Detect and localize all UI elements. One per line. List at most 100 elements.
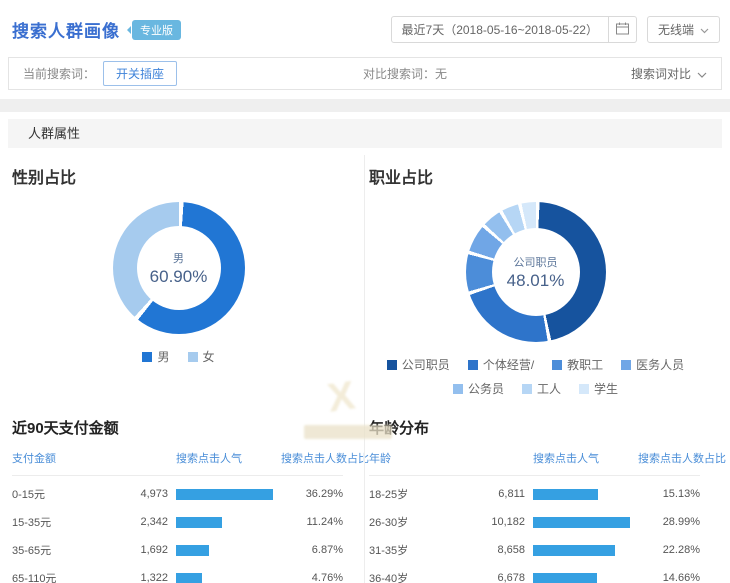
table-row: 15-35元2,34211.24% bbox=[12, 508, 343, 536]
version-badge: 专业版 bbox=[132, 20, 181, 40]
legend-label: 公务员 bbox=[468, 380, 504, 397]
compare-keyword-text: 对比搜索词：无 bbox=[363, 65, 631, 82]
row-label: 0-15元 bbox=[12, 486, 112, 502]
legend-item[interactable]: 工人 bbox=[522, 380, 561, 397]
bar-cell bbox=[533, 573, 630, 583]
row-popularity-value: 10,182 bbox=[477, 516, 525, 528]
age-table-panel: 年龄分布 年龄搜索点击人气搜索点击人数占比 18-25岁 6,811 15.13% 2… bbox=[357, 397, 714, 583]
chevron-down-icon bbox=[700, 23, 709, 37]
gender-chart-panel: 性别占比 男 60.90% 男女 bbox=[0, 148, 357, 397]
legend-item[interactable]: 个体经营/ bbox=[468, 356, 534, 373]
column-header: 搜索点击人气 bbox=[533, 450, 630, 466]
row-share-value: 14.66% bbox=[638, 572, 700, 583]
legend-label: 女 bbox=[203, 348, 215, 365]
occupation-chart-panel: 职业占比 公司职员 48.01% 公司职员个体经营/教职工医务人员公务员工人学生 bbox=[357, 148, 714, 397]
occupation-center-value: 48.01% bbox=[507, 271, 565, 291]
payment-table-body: 0-15元4,97336.29%15-35元2,34211.24%35-65元1… bbox=[12, 476, 343, 583]
legend-swatch bbox=[621, 360, 631, 370]
row-share-value: 11.24% bbox=[281, 516, 343, 528]
date-range-button[interactable]: 最近7天（2018-05-16~2018-05-22） bbox=[391, 16, 609, 43]
row-label: 36-40岁 bbox=[369, 570, 469, 583]
legend-item[interactable]: 男 bbox=[142, 348, 169, 365]
row-label: 18-25岁 bbox=[369, 486, 469, 502]
occupation-legend: 公司职员 个体经营/教职工 医务人员公务员 工人 学生 bbox=[369, 356, 702, 397]
age-table-header: 年龄搜索点击人气搜索点击人数占比 bbox=[369, 450, 700, 476]
table-row: 0-15元 4,973 36.29% bbox=[12, 476, 343, 508]
bar-cell bbox=[533, 517, 630, 528]
legend-item[interactable]: 学生 bbox=[579, 380, 618, 397]
row-popularity-value: 6,811 bbox=[477, 488, 525, 500]
popularity-bar bbox=[533, 573, 597, 583]
occupation-center-label: 公司职员 bbox=[514, 254, 558, 270]
calendar-button[interactable] bbox=[609, 16, 637, 43]
bar-cell bbox=[533, 489, 630, 500]
occupation-chart-title: 职业占比 bbox=[369, 164, 702, 188]
table-row: 26-30岁 10,182 28.99% bbox=[369, 508, 700, 536]
filter-bar: 当前搜索词： 开关插座 对比搜索词：无 搜索词对比 bbox=[8, 57, 722, 90]
bar-cell bbox=[533, 545, 630, 556]
legend-row: 公务员 工人 学生 bbox=[453, 380, 618, 397]
age-table-title: 年龄分布 bbox=[369, 417, 700, 438]
popularity-bar bbox=[176, 573, 202, 583]
legend-row: 公司职员 个体经营/教职工 医务人员 bbox=[387, 356, 684, 373]
row-share-value: 6.87% bbox=[281, 544, 343, 556]
row-share-value: 15.13% bbox=[638, 488, 700, 500]
row-label: 15-35元 bbox=[12, 514, 112, 530]
legend-label: 个体经营/ bbox=[483, 356, 534, 373]
legend-item[interactable]: 教职工 bbox=[552, 356, 603, 373]
separator-band bbox=[0, 99, 730, 112]
gender-donut: 男 60.90% bbox=[113, 202, 245, 334]
bar-cell bbox=[176, 489, 273, 500]
row-popularity-value: 8,658 bbox=[477, 544, 525, 556]
legend-label: 公司职员 bbox=[402, 356, 450, 373]
calendar-icon bbox=[616, 22, 629, 38]
row-label: 26-30岁 bbox=[369, 514, 469, 530]
table-row: 36-40岁 6,678 14.66% bbox=[369, 564, 700, 583]
payment-table-panel: 近90天支付金额 支付金额搜索点击人气搜索点击人数占比 0-15元4,97336… bbox=[0, 397, 357, 583]
row-popularity-value: 6,678 bbox=[477, 572, 525, 583]
keyword-compare-toggle[interactable]: 搜索词对比 bbox=[631, 65, 707, 82]
device-dropdown[interactable]: 无线端 bbox=[647, 16, 720, 43]
content: 人群属性 性别占比 男 60.90% 男女 职业占比 bbox=[0, 119, 730, 583]
row-popularity-value: 4,973 bbox=[120, 488, 168, 500]
column-header: 搜索点击人数占比 bbox=[281, 450, 349, 466]
legend-label: 工人 bbox=[537, 380, 561, 397]
legend-swatch bbox=[188, 352, 198, 362]
row-popularity-value: 1,692 bbox=[120, 544, 168, 556]
legend-swatch bbox=[468, 360, 478, 370]
popularity-bar bbox=[176, 545, 209, 556]
table-row: 18-25岁 6,811 15.13% bbox=[369, 476, 700, 508]
tables-row: 近90天支付金额 支付金额搜索点击人气搜索点击人数占比 0-15元4,97336… bbox=[0, 397, 730, 583]
gender-center-value: 60.90% bbox=[150, 267, 208, 287]
gender-center-label: 男 bbox=[173, 250, 184, 266]
charts-row: 性别占比 男 60.90% 男女 职业占比 公司职员 48.01% bbox=[0, 148, 730, 397]
top-controls: 最近7天（2018-05-16~2018-05-22） 无线端 bbox=[391, 16, 720, 43]
top-bar: 搜索人群画像 专业版 最近7天（2018-05-16~2018-05-22） 无… bbox=[0, 0, 730, 53]
legend-label: 学生 bbox=[594, 380, 618, 397]
table-row: 65-110元1,3224.76% bbox=[12, 564, 343, 583]
legend-row: 男女 bbox=[142, 348, 214, 365]
legend-item[interactable]: 医务人员 bbox=[621, 356, 684, 373]
date-range-group: 最近7天（2018-05-16~2018-05-22） bbox=[391, 16, 637, 43]
legend-label: 教职工 bbox=[567, 356, 603, 373]
column-header: 搜索点击人气 bbox=[176, 450, 273, 466]
keyword-compare-label: 搜索词对比 bbox=[631, 65, 691, 82]
row-share-value: 28.99% bbox=[638, 516, 700, 528]
payment-table-header: 支付金额搜索点击人气搜索点击人数占比 bbox=[12, 450, 343, 476]
row-share-value: 36.29% bbox=[281, 488, 343, 500]
bar-cell bbox=[176, 545, 273, 556]
current-keyword-button[interactable]: 开关插座 bbox=[103, 61, 177, 86]
section-header: 人群属性 bbox=[8, 119, 722, 148]
popularity-bar bbox=[533, 489, 598, 500]
column-header: 支付金额 bbox=[12, 450, 112, 466]
bar-cell bbox=[176, 517, 273, 528]
table-row: 31-35岁8,65822.28% bbox=[369, 536, 700, 564]
legend-item[interactable]: 公司职员 bbox=[387, 356, 450, 373]
legend-swatch bbox=[142, 352, 152, 362]
vertical-divider bbox=[364, 155, 365, 583]
legend-item[interactable]: 女 bbox=[188, 348, 215, 365]
legend-swatch bbox=[522, 384, 532, 394]
legend-item[interactable]: 公务员 bbox=[453, 380, 504, 397]
legend-swatch bbox=[552, 360, 562, 370]
row-popularity-value: 1,322 bbox=[120, 572, 168, 583]
